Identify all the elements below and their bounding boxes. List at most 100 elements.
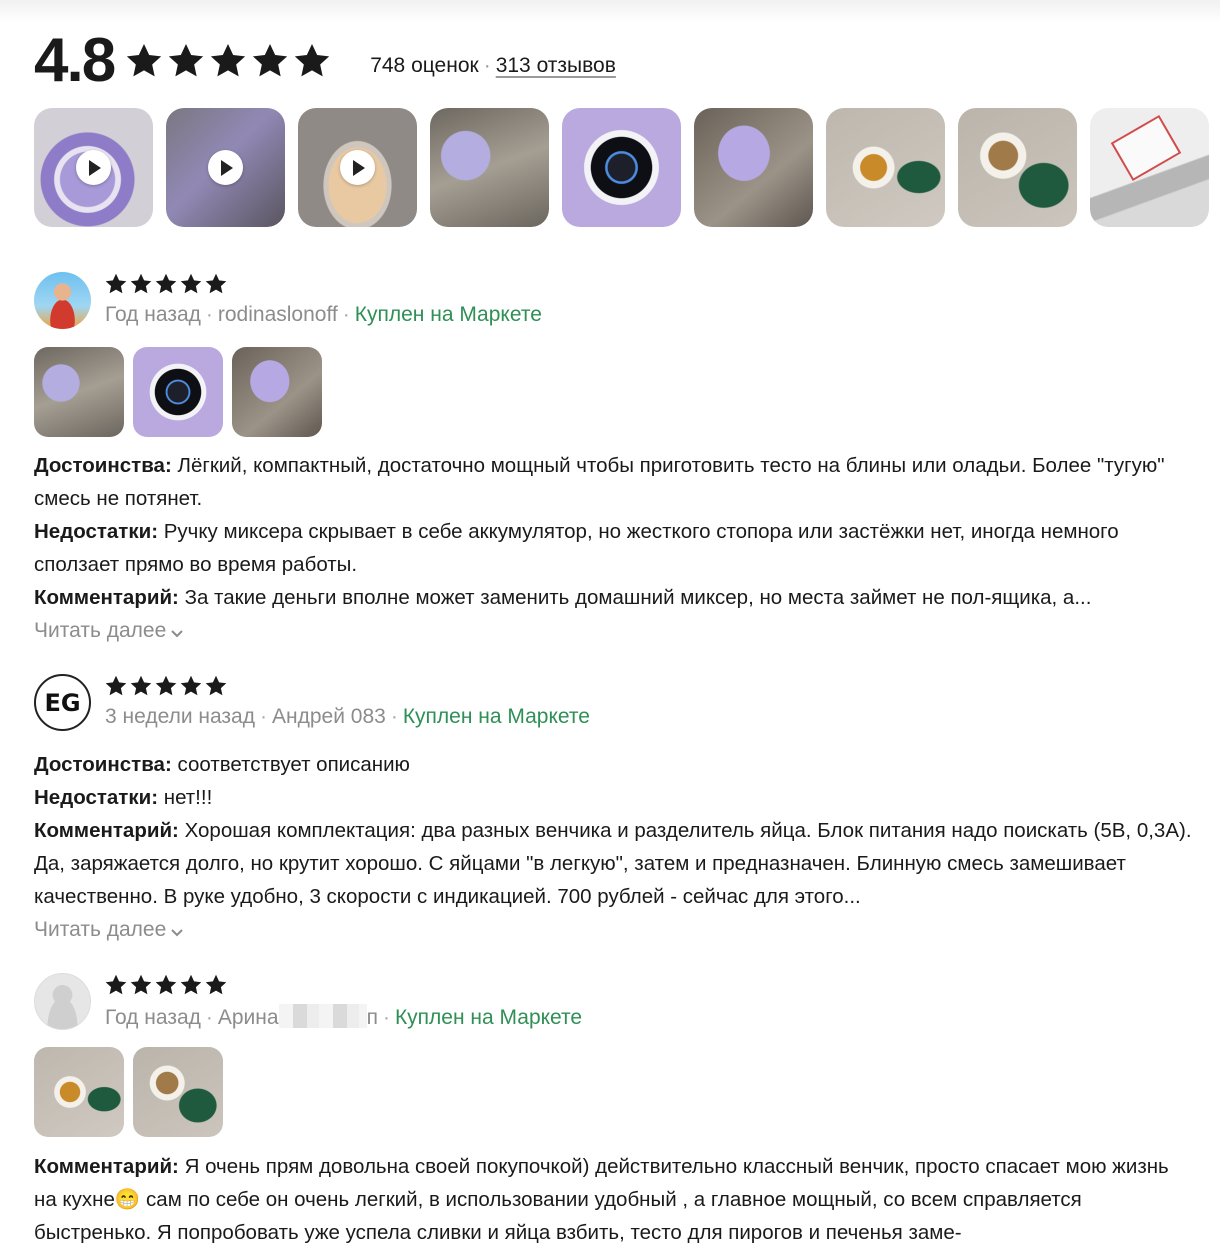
review-date: 3 недели назад [105,705,255,728]
star-icon [155,974,177,995]
cons-label: Недостатки: [34,520,159,543]
separator: · [483,54,491,77]
ratings-count: 748 оценок [370,54,479,77]
review-stars [104,272,228,296]
review-text: Комментарий: Я очень прям довольна своей… [34,1150,1194,1249]
top-shade [0,0,1220,22]
purchased-badge: Куплен на Маркете [394,1006,583,1029]
play-icon [208,150,243,185]
pros-label: Достоинства: [34,753,172,776]
review-pros: Достоинства: Лёгкий, компактный, достато… [34,449,1194,515]
star-icon [105,675,127,696]
separator: · [342,303,350,326]
review-date: Год назад [105,1006,201,1029]
star-icon [130,974,152,995]
review-author: Арина [217,1006,279,1029]
comment-label: Комментарий: [34,1155,179,1178]
star-icon [180,675,202,696]
review-meta: Год назад · Арина п · Куплен на Маркете [105,1004,582,1030]
review-photos [34,1047,223,1137]
avatar[interactable]: EG [34,674,91,731]
review-photo[interactable] [133,1047,223,1137]
cons-label: Недостатки: [34,786,159,809]
star-icon [169,44,204,77]
purchased-badge: Куплен на Маркете [402,705,590,728]
star-icon [295,44,330,77]
review-cons: Недостатки: нет!!! [34,781,1194,814]
separator: · [205,1006,213,1029]
gallery-photo-thumbnail[interactable] [694,108,813,227]
rating-summary: 4.8 748 оценок · 313 отзывов [34,26,616,96]
avatar-logo: EG [44,688,81,717]
star-icon [155,273,177,294]
read-more-link[interactable]: Читать далее [34,617,184,645]
review-comment: Комментарий: Я очень прям довольна своей… [34,1150,1194,1249]
review-text: Достоинства: соответствует описанию Недо… [34,748,1194,946]
star-icon [180,273,202,294]
avatar[interactable] [34,973,91,1030]
pros-text: соответствует описанию [177,753,410,776]
review-pros: Достоинства: соответствует описанию [34,748,1194,781]
review-author: Андрей 083 [271,705,386,728]
review-comment: Комментарий: За такие деньги вполне може… [34,581,1194,614]
gallery-photo-thumbnail[interactable] [562,108,681,227]
review-photo[interactable] [232,347,322,437]
rating-stars [124,41,332,81]
separator: · [390,705,398,728]
gallery-photo-thumbnail[interactable] [826,108,945,227]
review-photos [34,347,322,437]
review-photo[interactable] [34,347,124,437]
star-icon [105,974,127,995]
comment-text: Я очень прям довольна своей покупочкой) … [34,1155,1169,1244]
gallery-video-thumbnail[interactable] [298,108,417,227]
reviews-count-link[interactable]: 313 отзывов [496,54,616,77]
star-icon [205,675,227,696]
star-icon [205,273,227,294]
pros-label: Достоинства: [34,454,172,477]
pros-text: Лёгкий, компактный, достаточно мощный чт… [34,454,1165,510]
review-text: Достоинства: Лёгкий, компактный, достато… [34,449,1194,647]
review-stars [104,674,228,698]
read-more-label: Читать далее [34,918,167,941]
separator: · [382,1006,390,1029]
star-icon [211,44,246,77]
star-icon [105,273,127,294]
avatar[interactable] [34,272,91,329]
chevron-down-icon [171,928,183,936]
review-stars [104,973,228,997]
star-icon [180,974,202,995]
read-more-link[interactable]: Читать далее [34,916,184,944]
review-date: Год назад [105,303,201,326]
review-photo[interactable] [133,347,223,437]
star-icon [130,675,152,696]
chevron-down-icon [171,629,183,637]
gallery-video-thumbnail[interactable] [166,108,285,227]
comment-label: Комментарий: [34,586,179,609]
gallery-photo-thumbnail[interactable] [430,108,549,227]
gallery-video-thumbnail[interactable] [34,108,153,227]
review-comment: Комментарий: Хорошая комплектация: два р… [34,814,1194,913]
review-cons: Недостатки: Ручку миксера скрывает в себ… [34,515,1194,581]
review-photo[interactable] [34,1047,124,1137]
gallery-photo-thumbnail[interactable] [958,108,1077,227]
read-more-label: Читать далее [34,619,167,642]
star-icon [205,974,227,995]
play-icon [340,150,375,185]
average-rating: 4.8 [34,26,116,95]
separator: · [205,303,213,326]
star-icon [155,675,177,696]
separator: · [259,705,267,728]
redacted-name [278,1004,367,1028]
star-icon [130,273,152,294]
star-icon [127,44,162,77]
rating-counts: 748 оценок · 313 отзывов [370,54,616,78]
review-author: rodinaslonoff [217,303,338,326]
star-icon [253,44,288,77]
gallery-photo-thumbnail[interactable] [1090,108,1209,227]
review-author-tail: п [366,1006,378,1029]
media-gallery [34,108,1220,227]
review-meta: Год назад · rodinaslonoff · Куплен на Маркет… [105,303,542,327]
cons-text: нет!!! [163,786,213,809]
review-meta: 3 недели назад · Андрей 083 · Куплен на Марк… [105,705,590,729]
comment-label: Комментарий: [34,819,179,842]
